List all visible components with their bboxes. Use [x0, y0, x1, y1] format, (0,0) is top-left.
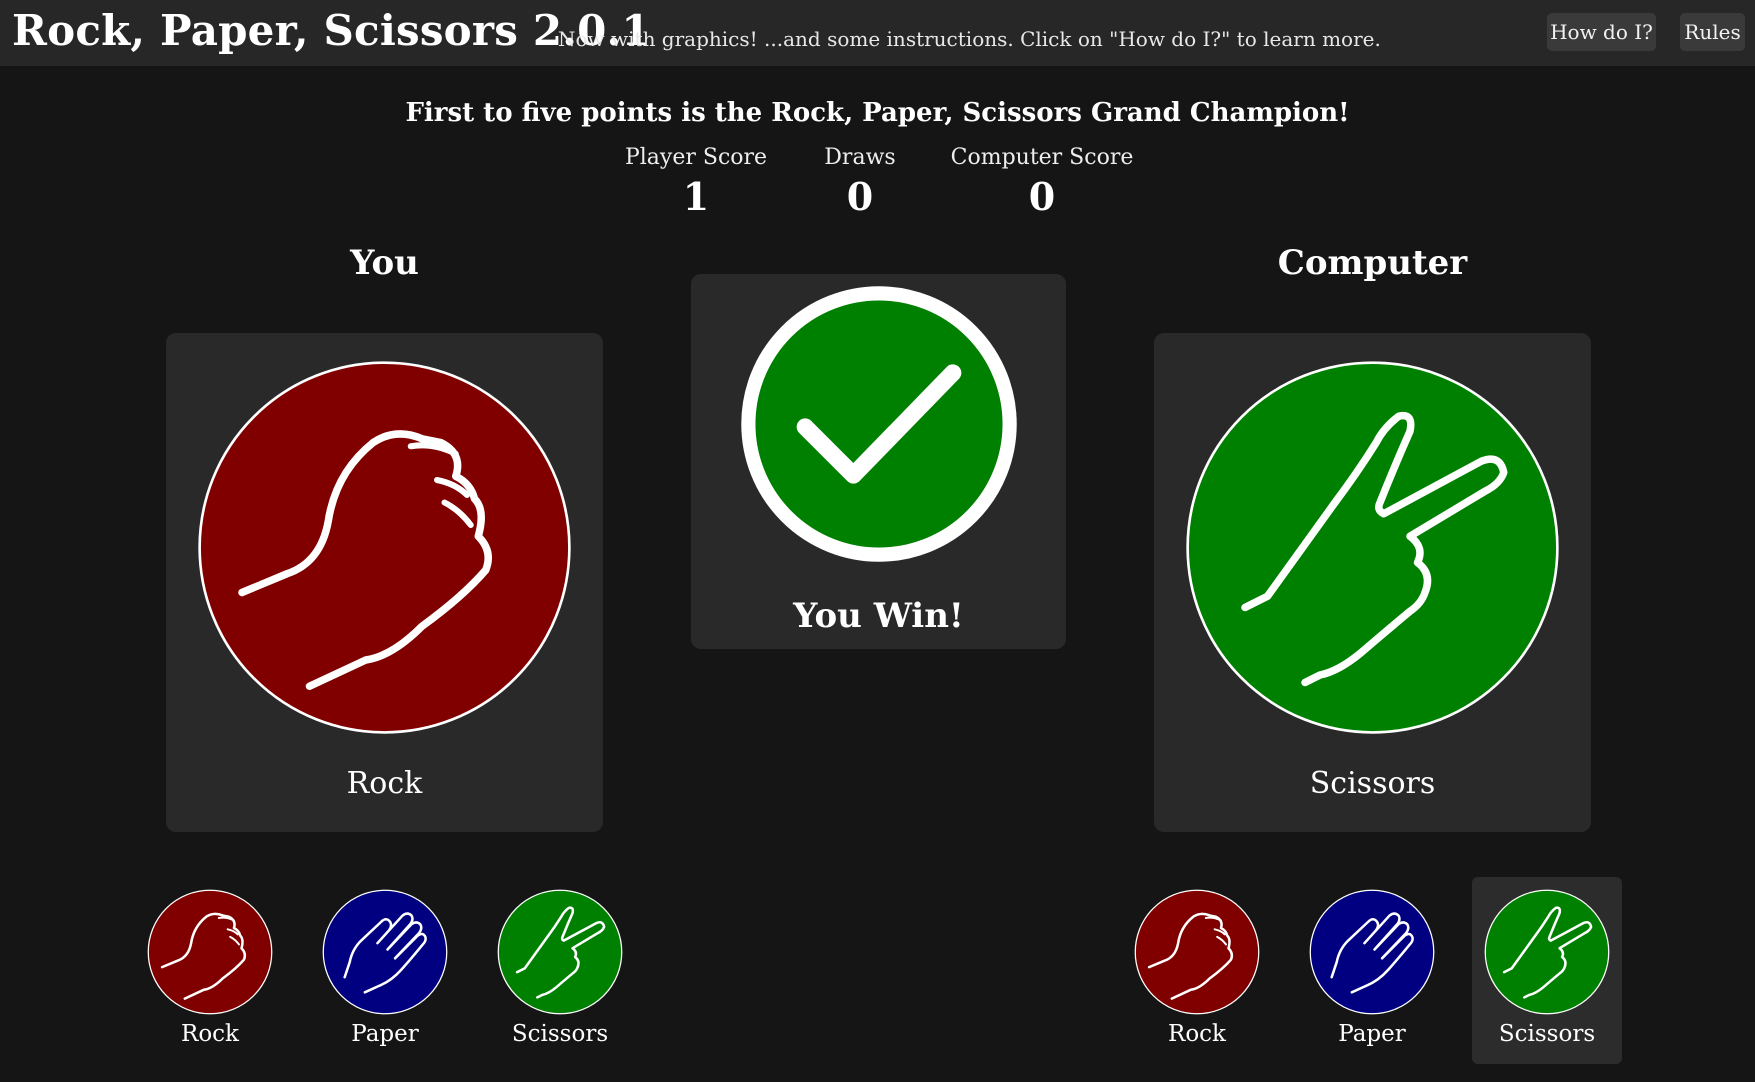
player-scissors-button[interactable]: Scissors [485, 877, 635, 1064]
player-score-label: Player Score [624, 145, 768, 170]
choice-label: Paper [1338, 1021, 1406, 1047]
paper-hand-icon [322, 889, 448, 1015]
computer-heading: Computer [1277, 243, 1468, 283]
result-card: You Win! [691, 274, 1066, 649]
rock-hand-icon [1134, 889, 1260, 1015]
paper-hand-icon [1309, 889, 1435, 1015]
choice-label: Paper [351, 1021, 419, 1047]
scissors-hand-icon [497, 889, 623, 1015]
computer-paper-option: Paper [1297, 877, 1447, 1064]
computer-choice-label: Scissors [1309, 766, 1436, 801]
draws-score: Draws 0 [810, 145, 910, 219]
computer-rock-option: Rock [1122, 877, 1272, 1064]
computer-score-value: 0 [1028, 174, 1056, 219]
choice-label: Rock [1168, 1021, 1226, 1047]
scissors-hand-icon [1484, 889, 1610, 1015]
choice-label: Scissors [1498, 1021, 1596, 1047]
computer-score: Computer Score 0 [950, 145, 1134, 219]
how-do-i-button[interactable]: How do I? [1547, 13, 1656, 51]
player-choice-card [166, 333, 603, 832]
choice-label: Rock [181, 1021, 239, 1047]
draws-value: 0 [846, 174, 874, 219]
rock-hand-icon [147, 889, 273, 1015]
computer-scissors-option: Scissors [1472, 877, 1622, 1064]
rules-button[interactable]: Rules [1680, 13, 1745, 51]
draws-label: Draws [824, 145, 896, 170]
result-text: You Win! [793, 596, 964, 636]
scissors-hand-icon [1186, 361, 1559, 734]
top-bar: Rock, Paper, Scissors 2.0.1 Now with gra… [0, 0, 1755, 66]
computer-score-label: Computer Score [950, 145, 1134, 170]
checkmark-icon [741, 286, 1017, 562]
choice-label: Scissors [511, 1021, 609, 1047]
player-score-value: 1 [682, 174, 710, 219]
player-choice-label: Rock [346, 766, 423, 801]
app-subtitle: Now with graphics! ...and some instructi… [558, 27, 1381, 51]
player-paper-button[interactable]: Paper [310, 877, 460, 1064]
player-heading: You [350, 243, 419, 283]
computer-choice-card [1154, 333, 1591, 832]
rock-hand-icon [198, 361, 571, 734]
game-headline: First to five points is the Rock, Paper,… [405, 98, 1350, 128]
player-score: Player Score 1 [620, 145, 772, 219]
app-title: Rock, Paper, Scissors 2.0.1 [12, 6, 651, 55]
player-rock-button[interactable]: Rock [135, 877, 285, 1064]
